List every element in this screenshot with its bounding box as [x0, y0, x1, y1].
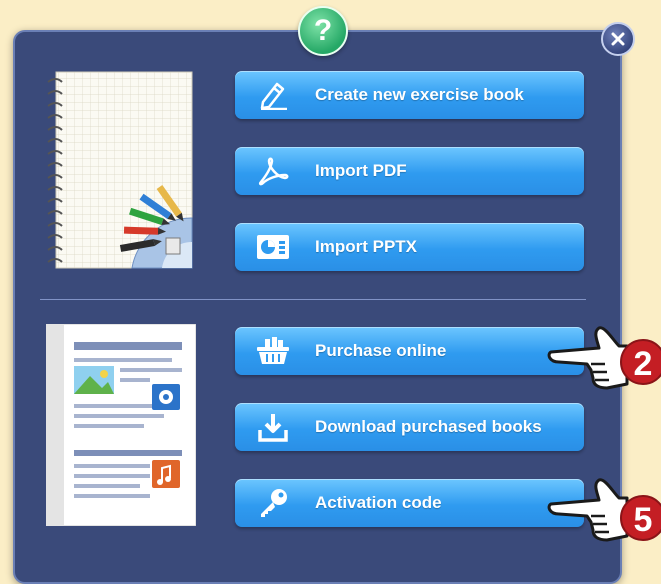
activation-code-label: Activation code — [315, 493, 442, 512]
download-purchased-books-button[interactable]: Download purchased books — [235, 403, 584, 451]
purchase-online-button[interactable]: Purchase online — [235, 327, 584, 375]
download-icon — [253, 407, 293, 447]
pencil-icon — [253, 75, 293, 115]
presentation-icon — [253, 227, 293, 267]
download-purchased-books-label: Download purchased books — [315, 417, 542, 436]
question-mark-icon: ? — [313, 14, 333, 47]
key-icon — [253, 483, 293, 523]
book-illustration — [45, 323, 197, 527]
section-divider — [40, 299, 586, 300]
purchase-online-label: Purchase online — [315, 341, 447, 360]
import-pptx-label: Import PPTX — [315, 237, 418, 256]
callout-number-5: 5 — [634, 501, 653, 539]
pdf-icon — [253, 151, 293, 191]
callout-number-2: 2 — [634, 345, 653, 383]
help-button[interactable]: ? — [298, 6, 348, 56]
import-pdf-label: Import PDF — [315, 161, 407, 180]
notebook-illustration — [42, 70, 194, 270]
import-pptx-button[interactable]: Import PPTX — [235, 223, 584, 271]
close-icon — [611, 32, 625, 46]
callout-activation-code: 5 — [547, 474, 661, 546]
activation-code-button[interactable]: Activation code — [235, 479, 584, 527]
import-pdf-button[interactable]: Import PDF — [235, 147, 584, 195]
callout-purchase-online: 2 — [547, 322, 661, 392]
create-exercise-book-button[interactable]: Create new exercise book — [235, 71, 584, 119]
basket-icon — [253, 331, 293, 371]
close-button[interactable] — [601, 22, 635, 56]
create-exercise-book-label: Create new exercise book — [315, 85, 524, 104]
